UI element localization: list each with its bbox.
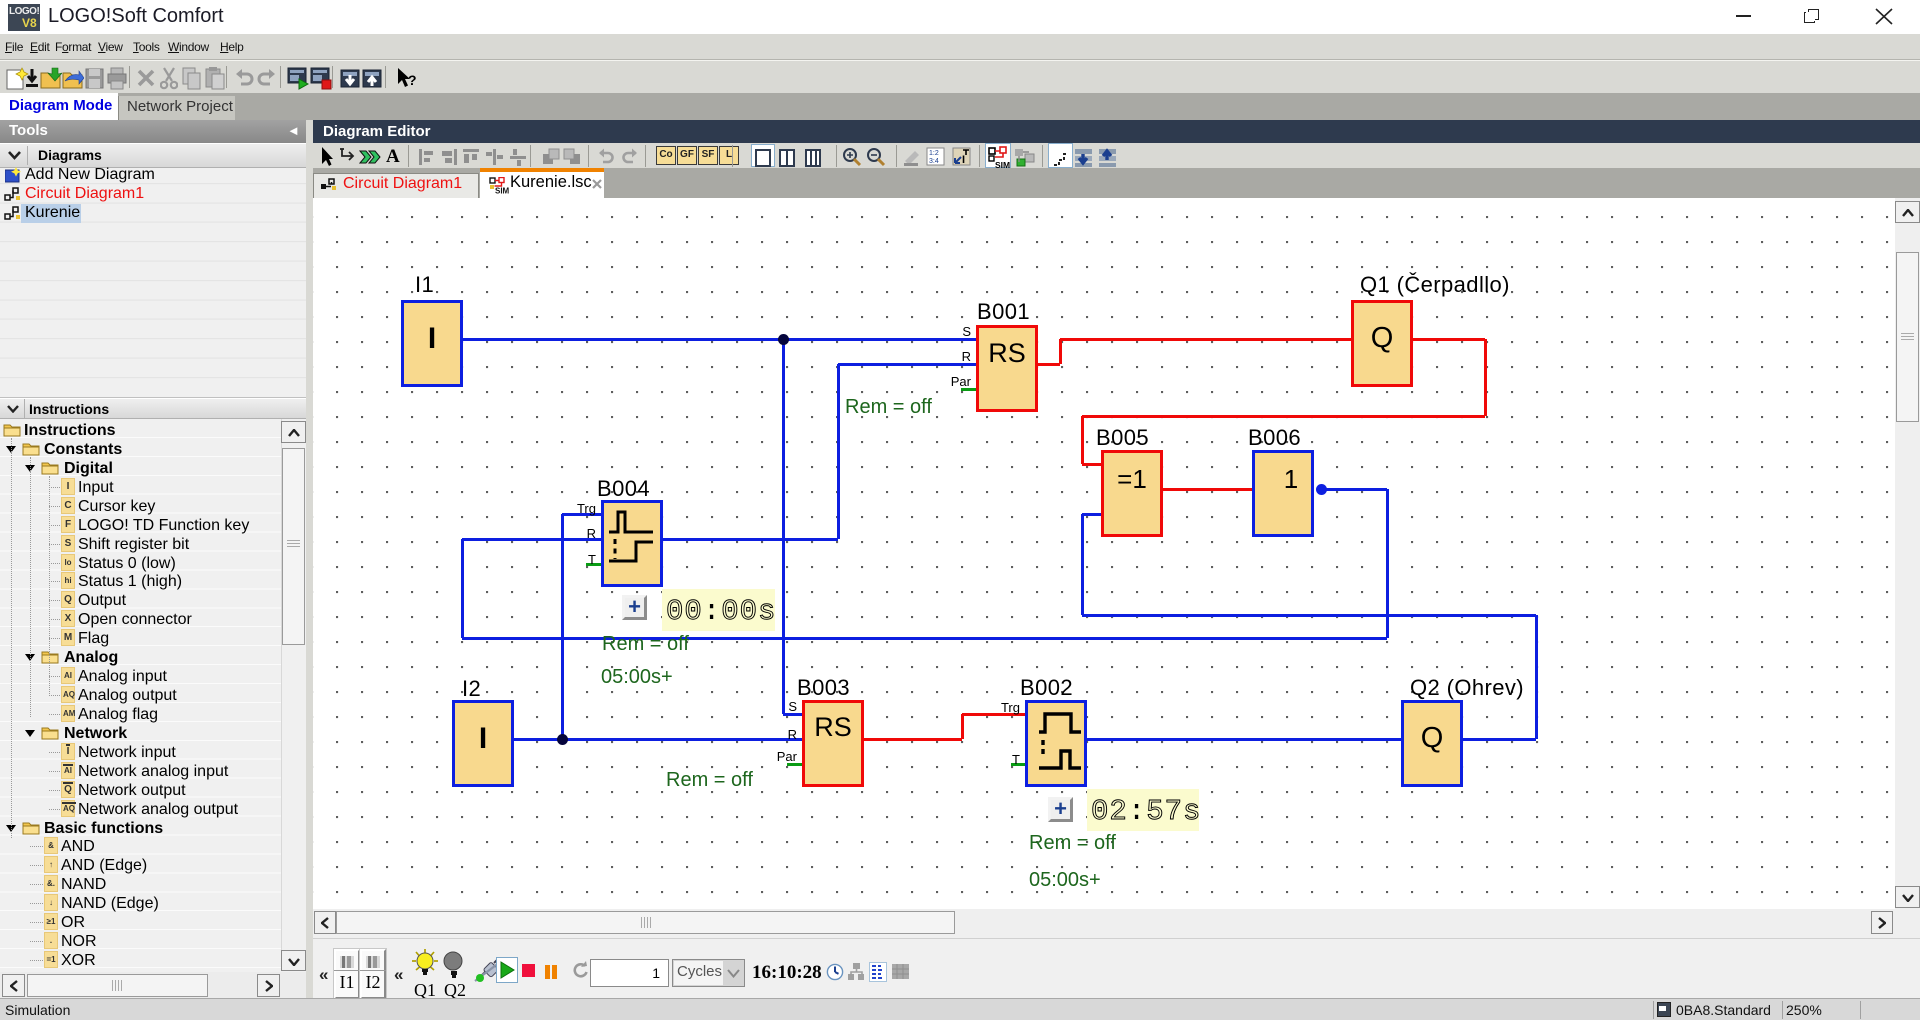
svg-text:SIM: SIM	[495, 187, 509, 195]
svg-text:3:4: 3:4	[929, 158, 939, 165]
svg-text:1:2: 1:2	[929, 150, 939, 157]
svg-text:?: ?	[408, 72, 417, 88]
svg-text:I: I	[962, 154, 965, 166]
